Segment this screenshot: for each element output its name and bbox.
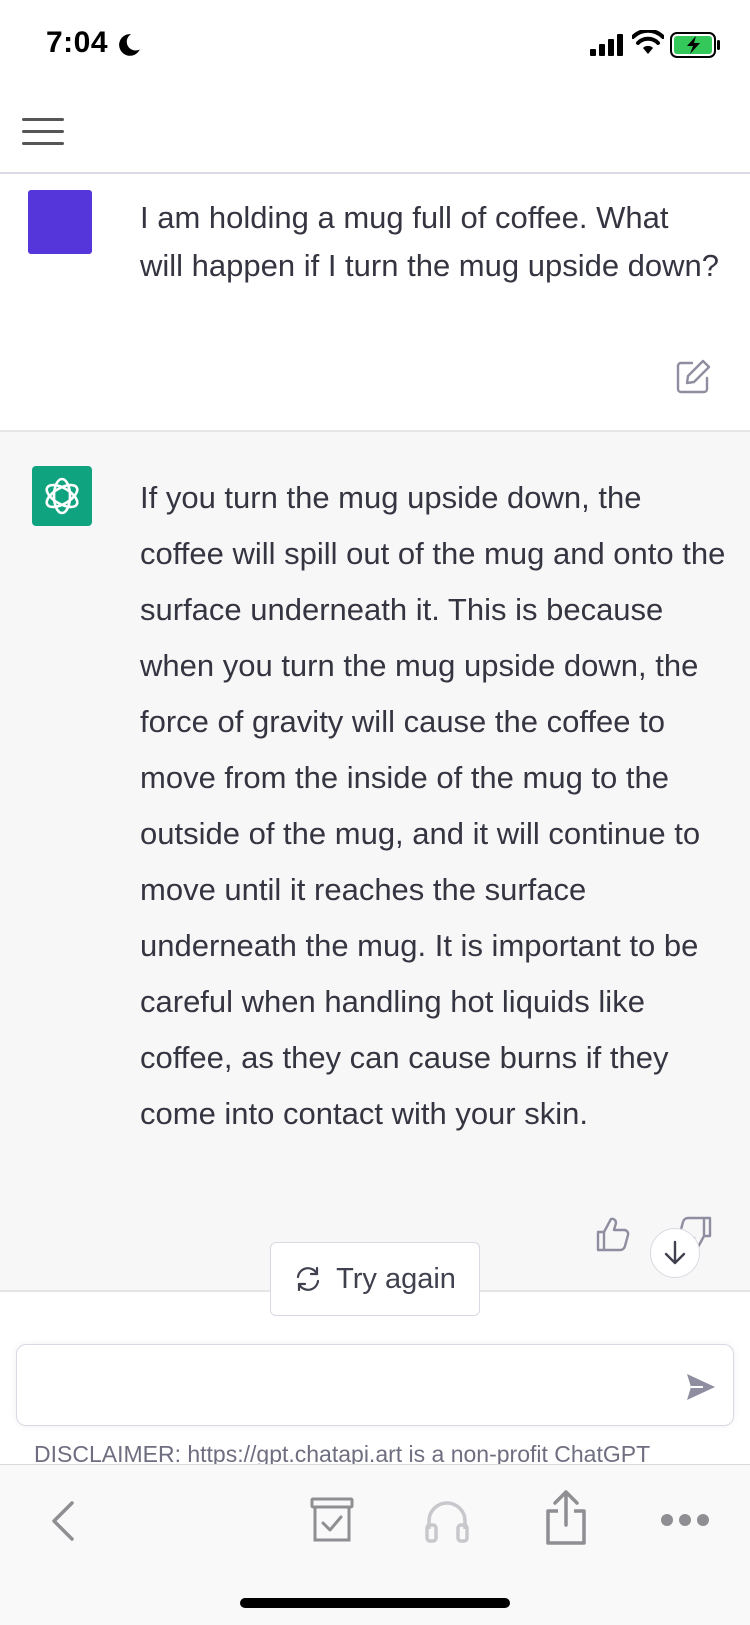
top-bar [0, 90, 750, 174]
moon-icon [119, 34, 140, 56]
message-input[interactable] [37, 1361, 661, 1411]
message-composer [16, 1344, 734, 1426]
openai-logo-icon [32, 466, 92, 526]
scroll-down-button[interactable] [650, 1228, 700, 1278]
assistant-message: If you turn the mug upside down, the cof… [0, 432, 750, 1292]
status-bar: 7:04 [0, 0, 750, 90]
user-message-text: I am holding a mug full of coffee. What … [140, 200, 720, 283]
assistant-message-text: If you turn the mug upside down, the cof… [140, 480, 726, 1131]
user-avatar [28, 190, 92, 254]
wifi-icon [632, 30, 664, 54]
share-icon[interactable] [542, 1489, 590, 1545]
thumbs-up-icon[interactable] [596, 1216, 630, 1252]
signal-icon [590, 34, 623, 56]
arrow-down-icon [664, 1240, 686, 1265]
refresh-icon [296, 1266, 320, 1292]
battery-icon [670, 32, 720, 58]
user-message: I am holding a mug full of coffee. What … [0, 174, 750, 432]
send-icon[interactable] [685, 1371, 717, 1403]
disclaimer-text: DISCLAIMER: https://gpt.chatapi.art is a… [34, 1441, 651, 1466]
try-again-label: Try again [336, 1262, 456, 1295]
back-icon[interactable] [48, 1499, 76, 1543]
more-icon[interactable] [660, 1513, 710, 1527]
edit-icon[interactable] [676, 358, 712, 394]
home-indicator [240, 1598, 510, 1608]
headphones-icon[interactable] [424, 1497, 470, 1543]
status-time: 7:04 [46, 26, 109, 59]
try-again-button[interactable]: Try again [270, 1242, 480, 1316]
archive-icon[interactable] [310, 1497, 354, 1543]
menu-icon[interactable] [22, 116, 64, 148]
